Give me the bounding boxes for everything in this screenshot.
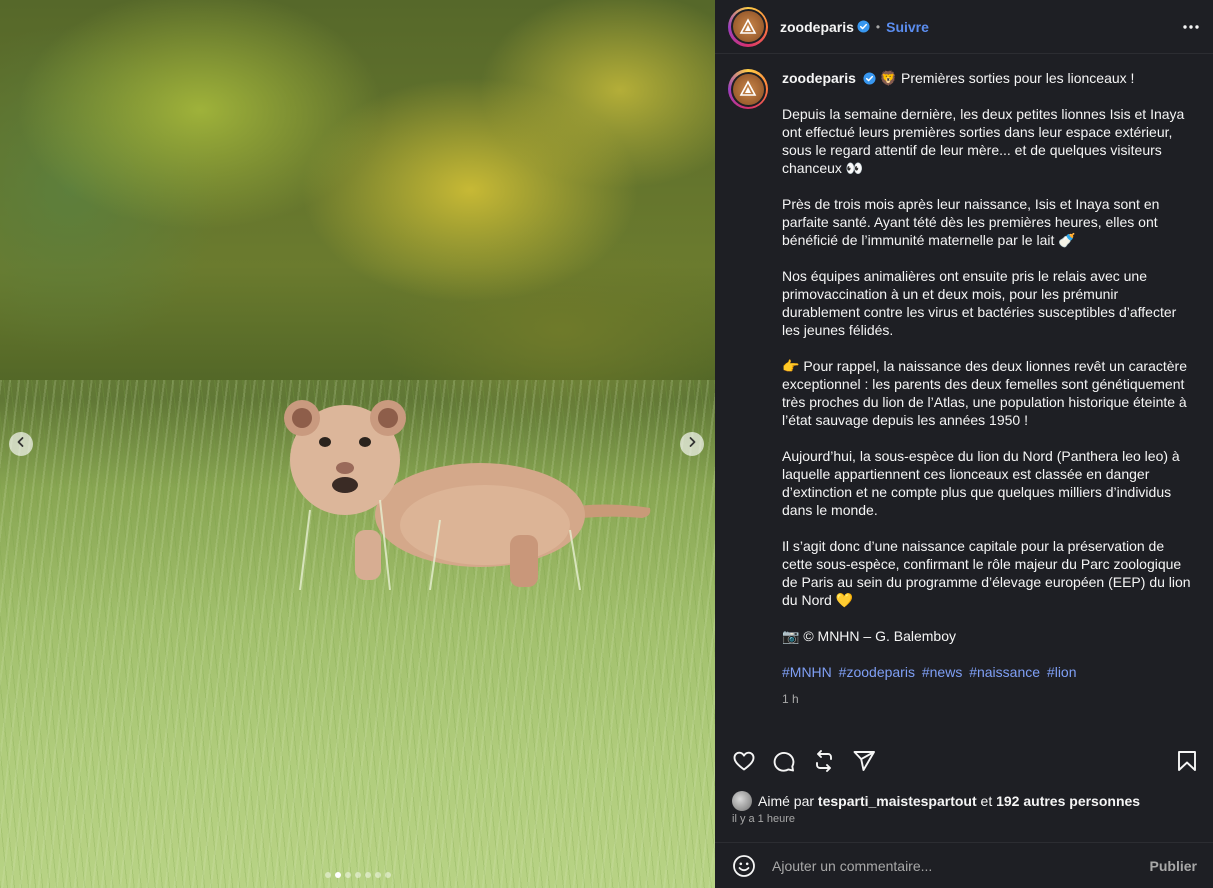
hashtag-list: #MNHN #zoodeparis #news #naissance #lion [782,663,1192,681]
posted-time[interactable]: il y a 1 heure [732,813,795,825]
verified-badge-icon [857,20,870,33]
caption-paragraph: Nos équipes animalières ont ensuite pris… [782,268,1177,338]
carousel-dot [384,872,391,878]
post-photo[interactable] [0,0,715,888]
post-side-panel: zoodeparis • Suivre zoodeparis 🦁 Premièr… [715,0,1213,888]
bookmark-icon[interactable] [1175,749,1199,773]
likes-summary: Aimé par tesparti_maistespartout et 192 … [732,791,1140,811]
hashtag-link[interactable]: #lion [1047,664,1077,680]
caption-avatar[interactable] [728,69,768,109]
carousel-dot [344,872,351,878]
caption-text: zoodeparis 🦁 Premières sorties pour les … [782,69,1192,708]
share-icon[interactable] [852,749,876,773]
heart-icon[interactable] [732,749,756,773]
liker-avatar[interactable] [732,791,752,811]
carousel-indicator [0,872,715,878]
chevron-right-icon [686,435,698,453]
emoji-icon[interactable] [732,854,756,878]
carousel-prev-button[interactable] [9,432,33,456]
carousel-dot [364,872,371,878]
comment-icon[interactable] [772,749,796,773]
carousel-dot [324,872,331,878]
account-avatar[interactable] [728,6,768,47]
caption-paragraph: Près de trois mois après leur naissance,… [782,196,1160,248]
zoo-logo-icon [739,80,757,96]
follow-button[interactable]: Suivre [886,19,929,35]
likes-joiner: et [980,793,993,809]
chevron-left-icon [15,435,27,453]
carousel-dot [374,872,381,878]
hashtag-link[interactable]: #MNHN [782,664,832,680]
likes-prefix: Aimé par [758,793,815,809]
caption-scroll-area[interactable]: zoodeparis 🦁 Premières sorties pour les … [715,55,1213,734]
publish-button[interactable]: Publier [1150,858,1197,874]
action-bar [732,744,1199,778]
carousel-dot [354,872,361,878]
caption-username[interactable]: zoodeparis [782,70,856,86]
caption-row: zoodeparis 🦁 Premières sorties pour les … [728,69,1195,708]
separator-dot: • [875,19,881,34]
instagram-post-modal: zoodeparis • Suivre zoodeparis 🦁 Premièr… [0,0,1213,888]
post-header: zoodeparis • Suivre [715,0,1213,54]
hashtag-link[interactable]: #naissance [969,664,1040,680]
likes-others-link[interactable]: 192 autres personnes [996,793,1140,809]
comment-bar: Publier [715,842,1213,888]
liker-username[interactable]: tesparti_maistespartout [818,793,977,809]
carousel-next-button[interactable] [680,432,704,456]
caption-paragraph: Depuis la semaine dernière, les deux pet… [782,106,1185,176]
repost-icon[interactable] [812,749,836,773]
zoo-logo-icon [739,17,757,34]
verified-badge-icon [863,72,876,85]
carousel-dot [334,872,341,878]
account-username[interactable]: zoodeparis [780,19,854,35]
caption-paragraph: Aujourd’hui, la sous-espèce du lion du N… [782,448,1180,518]
hashtag-link[interactable]: #news [922,664,962,680]
comment-input[interactable] [772,857,1150,874]
caption-title: 🦁 Premières sorties pour les lionceaux ! [879,70,1135,86]
more-horizontal-icon[interactable] [1181,17,1201,37]
caption-timestamp[interactable]: 1 h [782,690,1192,708]
hashtag-link[interactable]: #zoodeparis [839,664,915,680]
caption-paragraph: 👉 Pour rappel, la naissance des deux lio… [782,358,1187,428]
photo-credit: 📷 © MNHN – G. Balemboy [782,628,957,644]
caption-paragraph: Il s’agit donc d’une naissance capitale … [782,538,1191,608]
lion-cub-illustration [284,400,651,590]
